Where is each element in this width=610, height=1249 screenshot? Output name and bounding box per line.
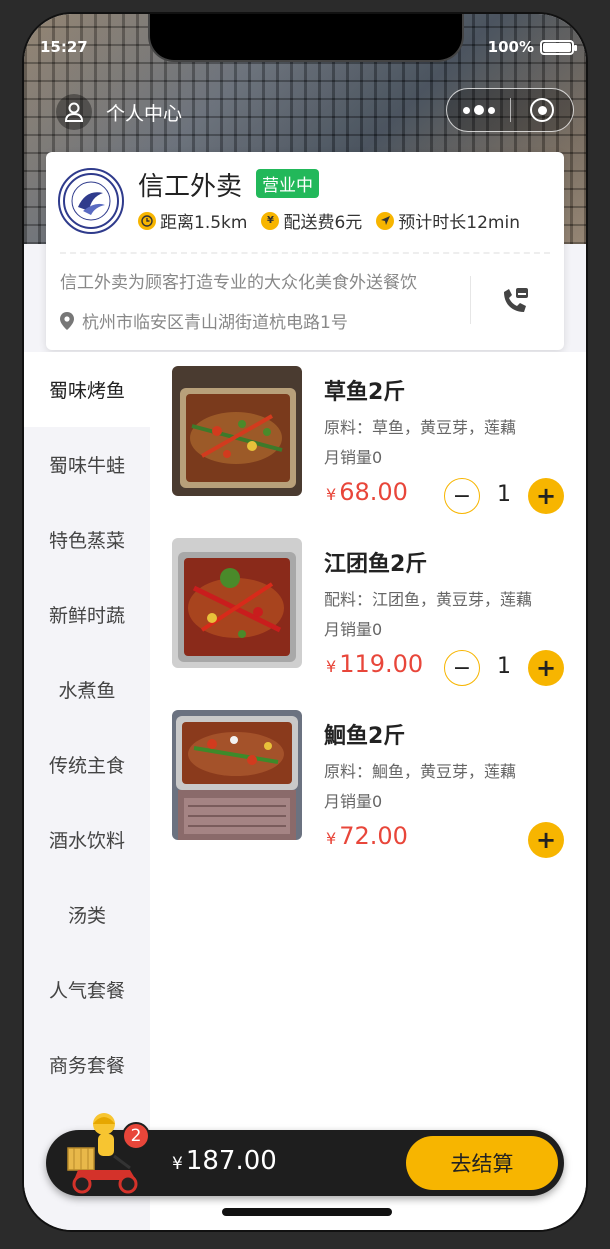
dish-price-amount: 119.00 xyxy=(339,650,424,678)
mini-program-capsule xyxy=(446,88,574,132)
cart-count-badge: 2 xyxy=(122,1122,150,1150)
more-dots-icon[interactable] xyxy=(447,105,510,115)
eta-text: 预计时长12min xyxy=(398,213,520,233)
dish-ingredients: 原料：草鱼，黄豆芽，莲藕 xyxy=(324,418,517,437)
dish-monthly-sales: 月销量0 xyxy=(324,620,383,639)
sidebar-item-category[interactable]: 酒水饮料 xyxy=(24,802,150,877)
dish-name: 鮰鱼2斤 xyxy=(324,724,406,749)
clock-icon xyxy=(138,211,156,230)
status-time: 15:27 xyxy=(40,38,88,56)
decrease-quantity-button[interactable]: − xyxy=(444,650,480,686)
sidebar-item-category[interactable]: 蜀味牛蛙 xyxy=(24,427,150,502)
dish-item[interactable]: 江团鱼2斤配料：江团鱼，黄豆芽，莲藕 月销量0 ¥119.00−1 + xyxy=(172,538,572,688)
dish-ingredients: 配料：江团鱼，黄豆芽，莲藕 xyxy=(324,590,533,609)
dish-quantity: 1 xyxy=(497,654,511,679)
checkout-button[interactable]: 去结算 xyxy=(406,1136,558,1190)
category-sidebar: 蜀味烤鱼 蜀味牛蛙 特色蒸菜 新鲜时蔬 水煮鱼 传统主食 酒水饮料 汤类 人气套餐 商务套餐 xyxy=(24,352,150,1230)
device-notch xyxy=(148,14,464,62)
distance-info: 距离1.5km xyxy=(138,208,247,233)
home-indicator xyxy=(222,1208,392,1216)
currency-symbol: ¥ xyxy=(326,657,337,676)
location-pin-icon xyxy=(60,311,74,330)
sidebar-item-category[interactable]: 新鲜时蔬 xyxy=(24,577,150,652)
store-meta: 距离1.5km ¥ 配送费6元 预计时长12min xyxy=(138,208,520,233)
increase-quantity-button[interactable]: + xyxy=(528,650,564,686)
status-badge: 营业中 xyxy=(256,169,319,198)
dish-photo[interactable] xyxy=(172,366,302,496)
store-description: 信工外卖为顾客打造专业的大众化美食外送餐饮 xyxy=(60,273,417,293)
store-address[interactable]: 杭州市临安区青山湖街道杭电路1号 xyxy=(60,308,348,333)
decrease-quantity-button[interactable]: − xyxy=(444,478,480,514)
yen-icon: ¥ xyxy=(261,211,280,230)
dish-price: ¥68.00 xyxy=(326,478,408,506)
dish-quantity: 1 xyxy=(497,482,511,507)
distance-text: 距离1.5km xyxy=(160,213,248,233)
currency-symbol: ¥ xyxy=(326,829,337,848)
battery-percent: 100% xyxy=(487,38,534,56)
phone-icon[interactable] xyxy=(498,284,532,322)
sidebar-item-category[interactable]: 人气套餐 xyxy=(24,952,150,1027)
currency-symbol: ¥ xyxy=(326,485,337,504)
store-info-card: 信工外卖 营业中 距离1.5km ¥ 配送费6元 预计时长12min 信工外卖为… xyxy=(46,152,564,350)
dish-list: 草鱼2斤 原料：草鱼，黄豆芽，莲藕 月销量0 ¥68.00−1 + 江团鱼2斤 配料：江团鱼… xyxy=(150,352,586,1230)
sidebar-item-category[interactable]: 特色蒸菜 xyxy=(24,502,150,577)
sidebar-item-category[interactable]: 水煮鱼 xyxy=(24,652,150,727)
dish-monthly-sales: 月销量0 xyxy=(324,448,383,467)
dish-photo[interactable] xyxy=(172,538,302,668)
dish-monthly-sales: 月销量0 xyxy=(324,792,383,811)
divider xyxy=(60,252,550,254)
dish-price: ¥72.00 xyxy=(326,822,408,850)
currency-symbol: ¥ xyxy=(172,1154,183,1174)
increase-quantity-button[interactable]: + xyxy=(528,822,564,858)
delivery-fee-text: 配送费6元 xyxy=(283,213,363,233)
personal-center-link[interactable]: 个人中心 xyxy=(56,94,182,130)
dish-photo[interactable] xyxy=(172,710,302,840)
dish-item[interactable]: 鮰鱼2斤原料：鮰鱼，黄豆芽，莲藕 月销量0 ¥72.00 + xyxy=(172,710,572,860)
dish-price-amount: 68.00 xyxy=(339,478,408,506)
target-icon[interactable] xyxy=(511,98,573,122)
cart-bar[interactable]: 2 ¥187.00 去结算 xyxy=(46,1113,564,1196)
phone-frame: 15:27 100% 个人中心 信工外卖 营业中 距离1.5km ¥ 配送费6元… xyxy=(22,12,588,1232)
address-text: 杭州市临安区青山湖街道杭电路1号 xyxy=(82,313,348,333)
eta-info: 预计时长12min xyxy=(376,208,520,233)
sidebar-item-category[interactable]: 传统主食 xyxy=(24,727,150,802)
sidebar-item-category[interactable]: 汤类 xyxy=(24,877,150,952)
user-icon xyxy=(56,94,92,130)
sidebar-item-category[interactable]: 商务套餐 xyxy=(24,1027,150,1102)
personal-center-label: 个人中心 xyxy=(106,102,183,125)
navigate-icon xyxy=(376,211,395,230)
cart-total: ¥187.00 xyxy=(172,1146,277,1176)
increase-quantity-button[interactable]: + xyxy=(528,478,564,514)
dish-price: ¥119.00 xyxy=(326,650,423,678)
school-logo xyxy=(58,168,124,234)
battery-icon xyxy=(540,39,577,55)
dish-name: 江团鱼2斤 xyxy=(324,552,428,577)
store-name: 信工外卖 xyxy=(138,172,243,202)
delivery-fee-info: ¥ 配送费6元 xyxy=(261,208,362,233)
cart-total-amount: 187.00 xyxy=(185,1146,277,1176)
dish-ingredients: 原料：鮰鱼，黄豆芽，莲藕 xyxy=(324,762,517,781)
status-battery: 100% xyxy=(487,38,577,56)
divider xyxy=(470,276,471,324)
dish-name: 草鱼2斤 xyxy=(324,380,406,405)
dish-price-amount: 72.00 xyxy=(339,822,408,850)
sidebar-item-category[interactable]: 蜀味烤鱼 xyxy=(24,352,150,427)
dish-item[interactable]: 草鱼2斤原料：草鱼，黄豆芽，莲藕 月销量0 ¥68.00 −1 + xyxy=(172,366,572,516)
